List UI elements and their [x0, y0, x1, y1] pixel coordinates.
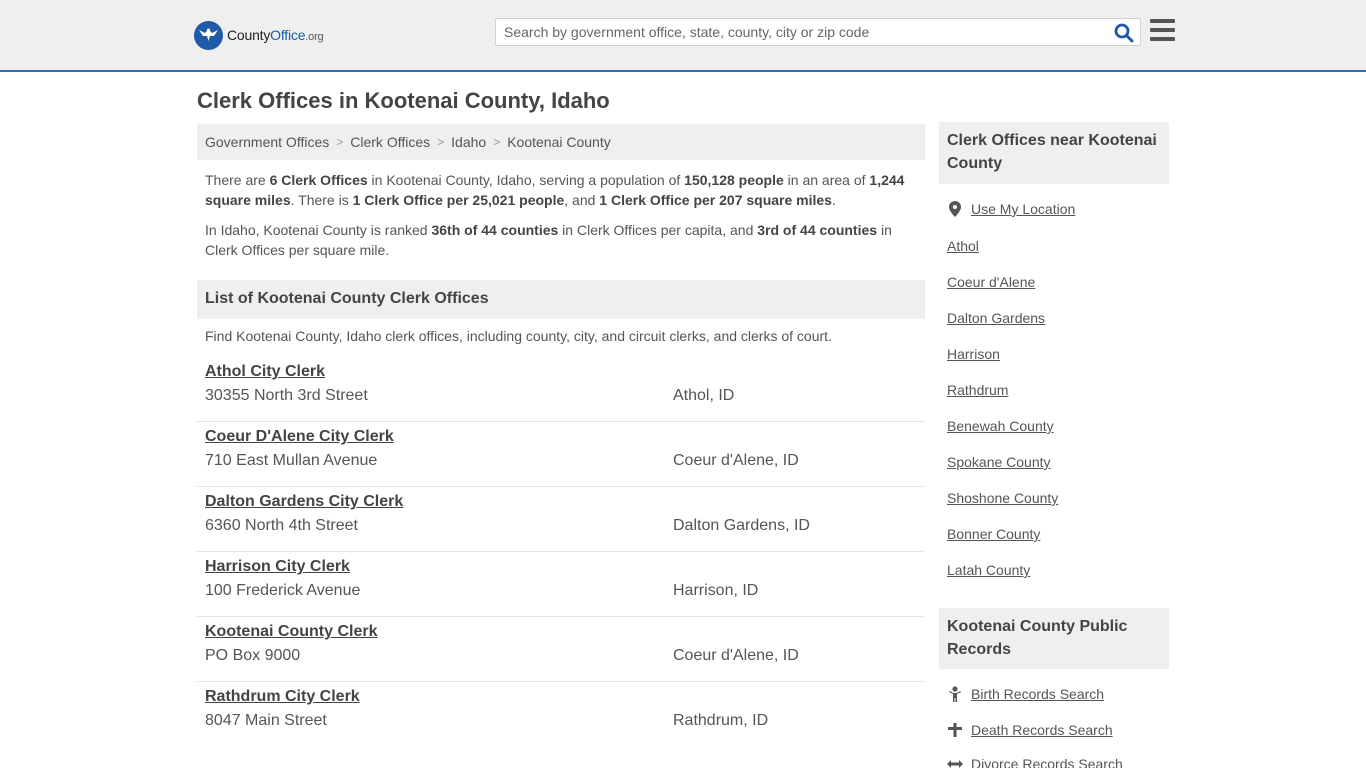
page-title: Clerk Offices in Kootenai County, Idaho	[197, 88, 610, 113]
office-name-link[interactable]: Athol City Clerk	[205, 363, 325, 381]
breadcrumb-clerk-offices[interactable]: Clerk Offices	[350, 134, 430, 150]
cross-icon	[947, 722, 963, 738]
sidebar-link-harrison[interactable]: Harrison	[947, 346, 1000, 362]
site-header: CountyOffice.org	[0, 0, 1366, 72]
office-address: 100 Frederick Avenue	[205, 582, 361, 599]
eagle-logo-icon	[194, 20, 223, 50]
office-name-link[interactable]: Harrison City Clerk	[205, 558, 350, 576]
sidebar-link-shoshone-county[interactable]: Shoshone County	[947, 490, 1058, 506]
split-arrows-icon	[947, 756, 963, 768]
hamburger-menu-icon[interactable]	[1150, 19, 1175, 41]
death-records-link[interactable]: Death Records Search	[971, 722, 1113, 738]
logo-name: County	[227, 27, 271, 43]
intro-paragraph-summary: There are 6 Clerk Offices in Kootenai Co…	[205, 172, 905, 208]
breadcrumb-idaho[interactable]: Idaho	[451, 134, 486, 150]
death-records-item[interactable]: Death Records Search	[947, 722, 1113, 738]
office-row: Rathdrum City Clerk 8047 Main Street Rat…	[197, 682, 925, 747]
breadcrumb-separator-icon: >	[493, 135, 501, 149]
office-address: 710 East Mullan Avenue	[205, 452, 378, 469]
office-city: Coeur d'Alene, ID	[673, 452, 799, 469]
office-name-link[interactable]: Rathdrum City Clerk	[205, 688, 360, 706]
office-address: 30355 North 3rd Street	[205, 387, 368, 404]
office-city: Harrison, ID	[673, 582, 759, 599]
office-row: Dalton Gardens City Clerk 6360 North 4th…	[197, 487, 925, 552]
breadcrumb-separator-icon: >	[437, 135, 445, 149]
office-list-description: Find Kootenai County, Idaho clerk office…	[205, 328, 832, 344]
breadcrumb-kootenai-county[interactable]: Kootenai County	[507, 134, 611, 150]
office-row: Harrison City Clerk 100 Frederick Avenue…	[197, 552, 925, 617]
office-city: Dalton Gardens, ID	[673, 517, 810, 534]
use-my-location-item[interactable]: Use My Location	[947, 201, 1075, 217]
map-pin-icon	[947, 201, 963, 217]
sidebar-link-dalton-gardens[interactable]: Dalton Gardens	[947, 310, 1045, 326]
sidebar-nearby-heading: Clerk Offices near Kootenai County	[939, 122, 1169, 184]
office-name-link[interactable]: Dalton Gardens City Clerk	[205, 493, 403, 511]
office-row: Athol City Clerk 30355 North 3rd Street …	[197, 357, 925, 422]
office-address: 8047 Main Street	[205, 712, 327, 729]
sidebar-link-latah-county[interactable]: Latah County	[947, 562, 1030, 578]
sidebar-link-rathdrum[interactable]: Rathdrum	[947, 382, 1008, 398]
office-address: PO Box 9000	[205, 647, 301, 664]
office-list-heading: List of Kootenai County Clerk Offices	[197, 280, 925, 319]
breadcrumb-separator-icon: >	[336, 135, 344, 149]
office-city: Coeur d'Alene, ID	[673, 647, 799, 664]
sidebar-link-coeur-dalene[interactable]: Coeur d'Alene	[947, 274, 1035, 290]
birth-records-item[interactable]: Birth Records Search	[947, 686, 1104, 702]
divorce-records-link[interactable]: Divorce Records Search	[971, 756, 1123, 768]
intro-paragraph-ranking: In Idaho, Kootenai County is ranked 36th…	[205, 222, 892, 258]
sidebar-link-benewah-county[interactable]: Benewah County	[947, 418, 1054, 434]
use-my-location-link[interactable]: Use My Location	[971, 201, 1075, 217]
breadcrumb-government-offices[interactable]: Government Offices	[205, 134, 329, 150]
search-box	[495, 18, 1141, 46]
logo-text: CountyOffice.org	[227, 27, 324, 43]
sidebar-records-heading: Kootenai County Public Records	[939, 608, 1169, 669]
office-city: Rathdrum, ID	[673, 712, 769, 729]
birth-records-link[interactable]: Birth Records Search	[971, 686, 1104, 702]
divorce-records-item[interactable]: Divorce Records Search	[947, 756, 1123, 768]
logo-office: Office	[270, 27, 306, 43]
search-icon[interactable]	[1114, 23, 1134, 43]
search-input[interactable]	[496, 19, 1106, 45]
office-name-link[interactable]: Kootenai County Clerk	[205, 623, 377, 641]
baby-icon	[947, 686, 963, 702]
office-name-link[interactable]: Coeur D'Alene City Clerk	[205, 428, 394, 446]
sidebar-link-bonner-county[interactable]: Bonner County	[947, 526, 1040, 542]
sidebar-link-athol[interactable]: Athol	[947, 238, 979, 254]
sidebar-link-spokane-county[interactable]: Spokane County	[947, 454, 1051, 470]
office-address: 6360 North 4th Street	[205, 517, 358, 534]
office-city: Athol, ID	[673, 387, 735, 404]
breadcrumb: Government Offices > Clerk Offices > Ida…	[197, 124, 925, 160]
logo-org: .org	[305, 31, 324, 43]
office-row: Kootenai County Clerk PO Box 9000 Coeur …	[197, 617, 925, 682]
site-logo[interactable]: CountyOffice.org	[194, 20, 324, 50]
office-row: Coeur D'Alene City Clerk 710 East Mullan…	[197, 422, 925, 487]
